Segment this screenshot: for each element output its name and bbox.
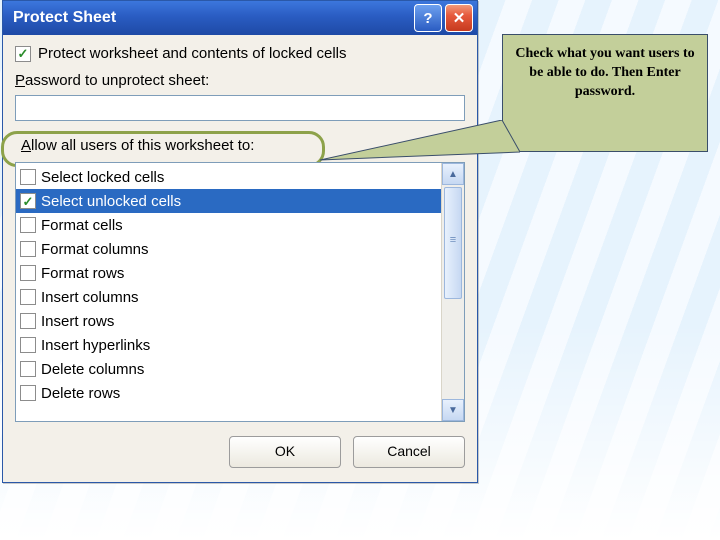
permissions-list-inner: Select locked cells Select unlocked cells…	[16, 163, 441, 421]
permission-label: Format cells	[41, 217, 123, 234]
permission-checkbox[interactable]	[20, 241, 36, 257]
permission-item[interactable]: Format rows	[16, 261, 441, 285]
help-icon: ?	[423, 10, 432, 27]
permission-label: Delete rows	[41, 385, 120, 402]
help-button[interactable]: ?	[414, 4, 442, 32]
permission-checkbox[interactable]	[20, 289, 36, 305]
permission-item[interactable]: Format columns	[16, 237, 441, 261]
permission-item[interactable]: Select unlocked cells	[16, 189, 441, 213]
permission-item[interactable]: Insert hyperlinks	[16, 333, 441, 357]
allow-label-highlight: Allow all users of this worksheet to:	[7, 135, 465, 162]
password-label: Password to unprotect sheet:	[15, 72, 465, 89]
allow-label: Allow all users of this worksheet to:	[15, 135, 260, 156]
dialog-title: Protect Sheet	[13, 9, 411, 27]
close-button[interactable]: ✕	[445, 4, 473, 32]
protect-worksheet-checkbox[interactable]	[15, 46, 31, 62]
scroll-up-button[interactable]: ▲	[442, 163, 464, 185]
permission-item[interactable]: Insert rows	[16, 309, 441, 333]
scrollbar[interactable]: ▲ ▼	[441, 163, 464, 421]
permission-checkbox[interactable]	[20, 361, 36, 377]
permission-item[interactable]: Format cells	[16, 213, 441, 237]
protect-worksheet-row: Protect worksheet and contents of locked…	[15, 45, 465, 62]
cancel-button[interactable]: Cancel	[353, 436, 465, 468]
permission-label: Insert hyperlinks	[41, 337, 150, 354]
permission-checkbox[interactable]	[20, 169, 36, 185]
password-input[interactable]	[15, 95, 465, 121]
dialog-body: Protect worksheet and contents of locked…	[3, 35, 477, 482]
permission-label: Insert columns	[41, 289, 139, 306]
permission-item[interactable]: Select locked cells	[16, 165, 441, 189]
protect-sheet-dialog: Protect Sheet ? ✕ Protect worksheet and …	[2, 0, 478, 483]
protect-worksheet-label: Protect worksheet and contents of locked…	[38, 45, 347, 62]
chevron-up-icon: ▲	[448, 169, 458, 180]
permissions-listbox[interactable]: Select locked cells Select unlocked cells…	[15, 162, 465, 422]
instruction-callout: Check what you want users to be able to …	[502, 34, 708, 152]
callout-text: Check what you want users to be able to …	[515, 46, 694, 99]
permission-checkbox[interactable]	[20, 337, 36, 353]
scroll-thumb[interactable]	[444, 187, 462, 299]
permission-checkbox[interactable]	[20, 265, 36, 281]
permission-label: Select unlocked cells	[41, 193, 181, 210]
permission-checkbox[interactable]	[20, 193, 36, 209]
scroll-down-button[interactable]: ▼	[442, 399, 464, 421]
chevron-down-icon: ▼	[448, 405, 458, 416]
permission-label: Select locked cells	[41, 169, 164, 186]
permission-checkbox[interactable]	[20, 385, 36, 401]
permission-checkbox[interactable]	[20, 313, 36, 329]
ok-button[interactable]: OK	[229, 436, 341, 468]
permission-checkbox[interactable]	[20, 217, 36, 233]
titlebar[interactable]: Protect Sheet ? ✕	[3, 1, 477, 35]
close-icon: ✕	[453, 9, 466, 27]
permission-item[interactable]: Insert columns	[16, 285, 441, 309]
permission-label: Format columns	[41, 241, 149, 258]
permission-item[interactable]: Delete rows	[16, 381, 441, 405]
permission-label: Format rows	[41, 265, 124, 282]
permission-label: Delete columns	[41, 361, 144, 378]
permission-label: Insert rows	[41, 313, 114, 330]
permission-item[interactable]: Delete columns	[16, 357, 441, 381]
button-row: OK Cancel	[15, 436, 465, 468]
